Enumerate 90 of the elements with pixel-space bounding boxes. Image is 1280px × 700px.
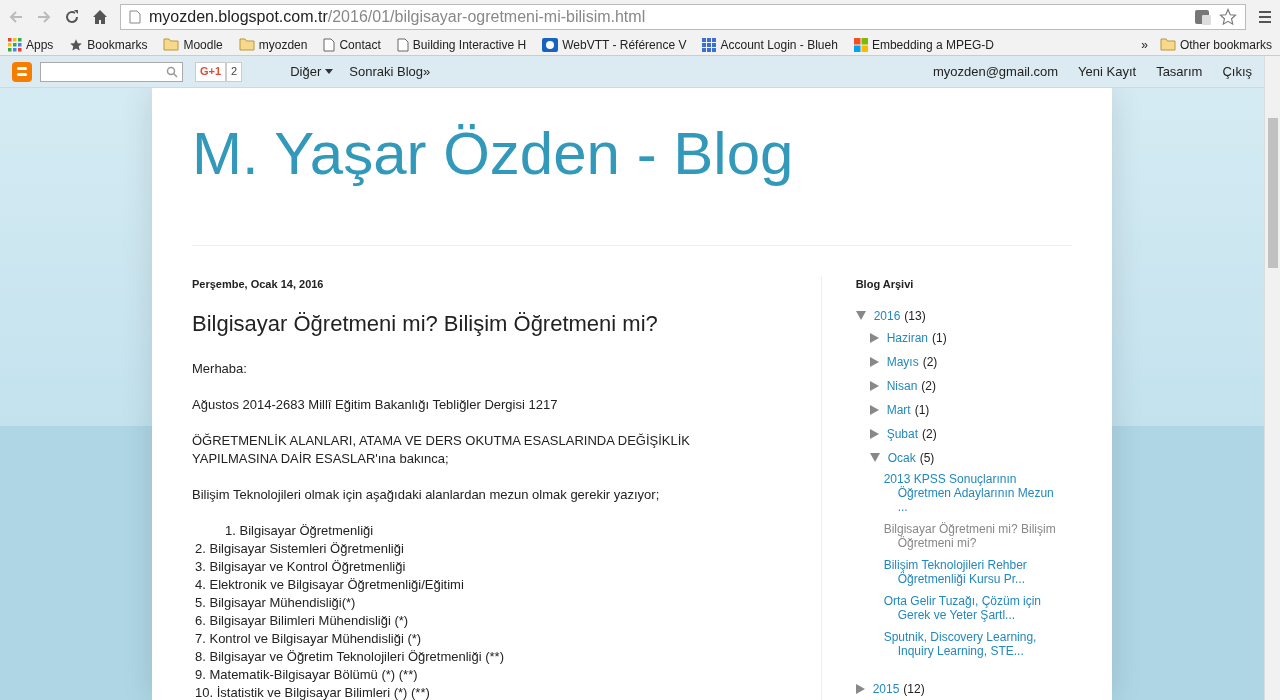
post-paragraph: Merhaba: — [192, 359, 248, 378]
star-icon — [69, 37, 84, 52]
scrollbar[interactable] — [1264, 56, 1280, 700]
post-count: (2) — [922, 353, 938, 371]
list-item: 6. Bilgisayar Bilimleri Mühendisliği (*) — [194, 611, 410, 630]
grid-icon — [702, 37, 717, 52]
triangle-right-icon[interactable] — [869, 428, 879, 439]
post-count: (1) — [932, 329, 947, 347]
list-item: 2. Bilgisayar Sistemleri Öğretmenliği — [194, 539, 405, 558]
archive-post-link[interactable]: Sputnik, Discovery Learning, Inquiry Learning, STE... — [883, 629, 1064, 658]
address-bar[interactable]: myozden.blogspot.com.tr/2016/01/bilgisayar-ogretmeni-mi-bilisim.html — [120, 4, 1246, 30]
bookmarks-overflow[interactable]: » — [1141, 35, 1148, 54]
page-icon — [396, 37, 409, 52]
next-blog-link[interactable]: Sonraki Blog» — [349, 61, 431, 82]
scrollbar-thumb[interactable] — [1267, 118, 1278, 268]
post-count: (13) — [904, 307, 926, 325]
navbar-link[interactable]: Tasarım — [1156, 61, 1203, 82]
folder-icon — [1159, 38, 1176, 51]
archive-post-link[interactable]: Bilgisayar Öğretmeni mi? Bilişim Öğretmeni mi? — [883, 521, 1064, 550]
list-item: 9. Matematik-Bilgisayar Bölümü (*) (**) — [194, 665, 419, 684]
caret-icon — [325, 69, 334, 74]
speech-bubble-icon — [542, 37, 559, 52]
search-field[interactable] — [40, 61, 183, 82]
bookmark-link[interactable]: Contact — [323, 35, 381, 54]
archive-month-link[interactable]: Mayıs — [886, 352, 919, 371]
post-paragraph: ÖĞRETMENLİK ALANLARI, ATAMA VE DERS OKUTMA ESASLARINDA DEĞİŞİKLİK YAPILMASINA DAİR ESASLAR'ına bakınca; — [192, 431, 691, 468]
blogger-logo-icon[interactable] — [12, 61, 32, 82]
navbar-link[interactable]: Yeni Kayıt — [1078, 61, 1137, 82]
archive-month-link[interactable]: Şubat — [886, 424, 918, 443]
sidebar-heading: Blog Arşivi — [855, 277, 915, 292]
archive-month-link[interactable]: Mart — [886, 400, 911, 419]
search-icon — [166, 65, 178, 78]
translate-icon[interactable] — [1195, 9, 1211, 25]
url-host: myozden.blogspot.com.tr — [149, 7, 328, 27]
star-icon[interactable] — [1219, 8, 1237, 26]
triangle-right-icon[interactable] — [869, 332, 879, 343]
bookmark-link[interactable]: myozden — [238, 35, 308, 54]
windows-logo-icon — [853, 37, 868, 52]
bookmark-link[interactable]: Embedding a MPEG-D — [853, 35, 994, 54]
google-plus-button[interactable]: G+1 — [195, 61, 227, 82]
triangle-right-icon[interactable] — [869, 404, 879, 415]
triangle-right-icon[interactable] — [869, 380, 879, 391]
list-item: 5. Bilgisayar Mühendisliği(*) — [194, 593, 357, 612]
reload-icon[interactable] — [64, 9, 80, 25]
archive-year-link[interactable]: 2015 — [872, 679, 900, 698]
apps-grid-icon — [8, 37, 22, 52]
home-icon[interactable] — [92, 9, 108, 25]
archive-year-link[interactable]: 2016 — [873, 306, 901, 325]
archive-month-link[interactable]: Nisan — [886, 376, 918, 395]
bookmark-link[interactable]: Building Interactive H — [396, 35, 527, 54]
list-item: 1. Bilgisayar Öğretmenliği — [224, 521, 375, 540]
bookmark-link[interactable]: Apps — [8, 35, 54, 54]
triangle-down-icon[interactable] — [869, 453, 880, 462]
bookmark-link[interactable]: Moodle — [163, 35, 223, 54]
triangle-right-icon[interactable] — [869, 356, 879, 367]
bookmark-link[interactable]: Other bookmarks — [1159, 35, 1272, 54]
menu-icon[interactable] — [1258, 10, 1272, 24]
archive-post-link[interactable]: 2013 KPSS Sonuçlarının Öğretmen Adaylarının Mezun ... — [883, 471, 1064, 514]
archive-post-link[interactable]: Orta Gelir Tuzağı, Çözüm için Gerek ve Yeter Şartl... — [883, 593, 1064, 622]
archive-month-link[interactable]: Haziran — [886, 328, 928, 347]
bookmark-link[interactable]: Account Login - Blueh — [702, 35, 838, 54]
list-item: 10. İstatistik ve Bilgisayar Bilimleri (*) (**) — [194, 683, 431, 700]
post-count: (2) — [922, 425, 937, 443]
post-title[interactable]: Bilgisayar Öğretmeni mi? Bilişim Öğretmeni mi? — [192, 306, 805, 340]
post-count: (5) — [919, 449, 935, 467]
navbar-link[interactable]: myozden@gmail.com — [932, 61, 1059, 82]
list-item: 4. Elektronik ve Bilgisayar Öğretmenliği/Eğitimi — [194, 575, 465, 594]
triangle-down-icon[interactable] — [855, 311, 866, 320]
bookmark-link[interactable]: Bookmarks — [69, 35, 148, 54]
url-path: /2016/01/bilgisayar-ogretmeni-mi-bilisim.html — [327, 7, 647, 27]
post-date: Perşembe, Ocak 14, 2016 — [192, 277, 325, 292]
page-icon — [129, 10, 141, 24]
list-item: 8. Bilgisayar ve Öğretim Teknolojileri Öğretmenliği (**) — [194, 647, 505, 666]
post-count: (1) — [914, 401, 930, 419]
list-item: 7. Kontrol ve Bilgisayar Mühendisliği (*) — [194, 629, 423, 648]
more-dropdown[interactable]: Diğer — [290, 61, 334, 82]
page-icon — [323, 37, 336, 52]
triangle-right-icon[interactable] — [855, 683, 865, 694]
bookmark-link[interactable]: WebVTT - Référence V — [542, 35, 687, 54]
post-paragraph: Ağustos 2014-2683 Millî Eğitim Bakanlığı Tebliğler Dergisi 1217 — [192, 395, 559, 414]
list-item: 3. Bilgisayar ve Kontrol Öğretmenliği — [194, 557, 407, 576]
post-count: (2) — [921, 377, 936, 395]
folder-icon — [238, 38, 255, 51]
archive-month-link[interactable]: Ocak — [887, 448, 916, 467]
folder-icon — [163, 38, 180, 51]
archive-post-link[interactable]: Bilişim Teknolojileri Rehber Öğretmenliği Kursu Pr... — [883, 557, 1064, 586]
plus-count: 2 — [226, 61, 243, 82]
post-count: (12) — [903, 680, 925, 698]
navbar-link[interactable]: Çıkış — [1222, 61, 1252, 82]
post-paragraph: Bilişim Teknolojileri olmak için aşağıdaki alanlardan mezun olmak gerekir yazıyor; — [192, 485, 661, 504]
